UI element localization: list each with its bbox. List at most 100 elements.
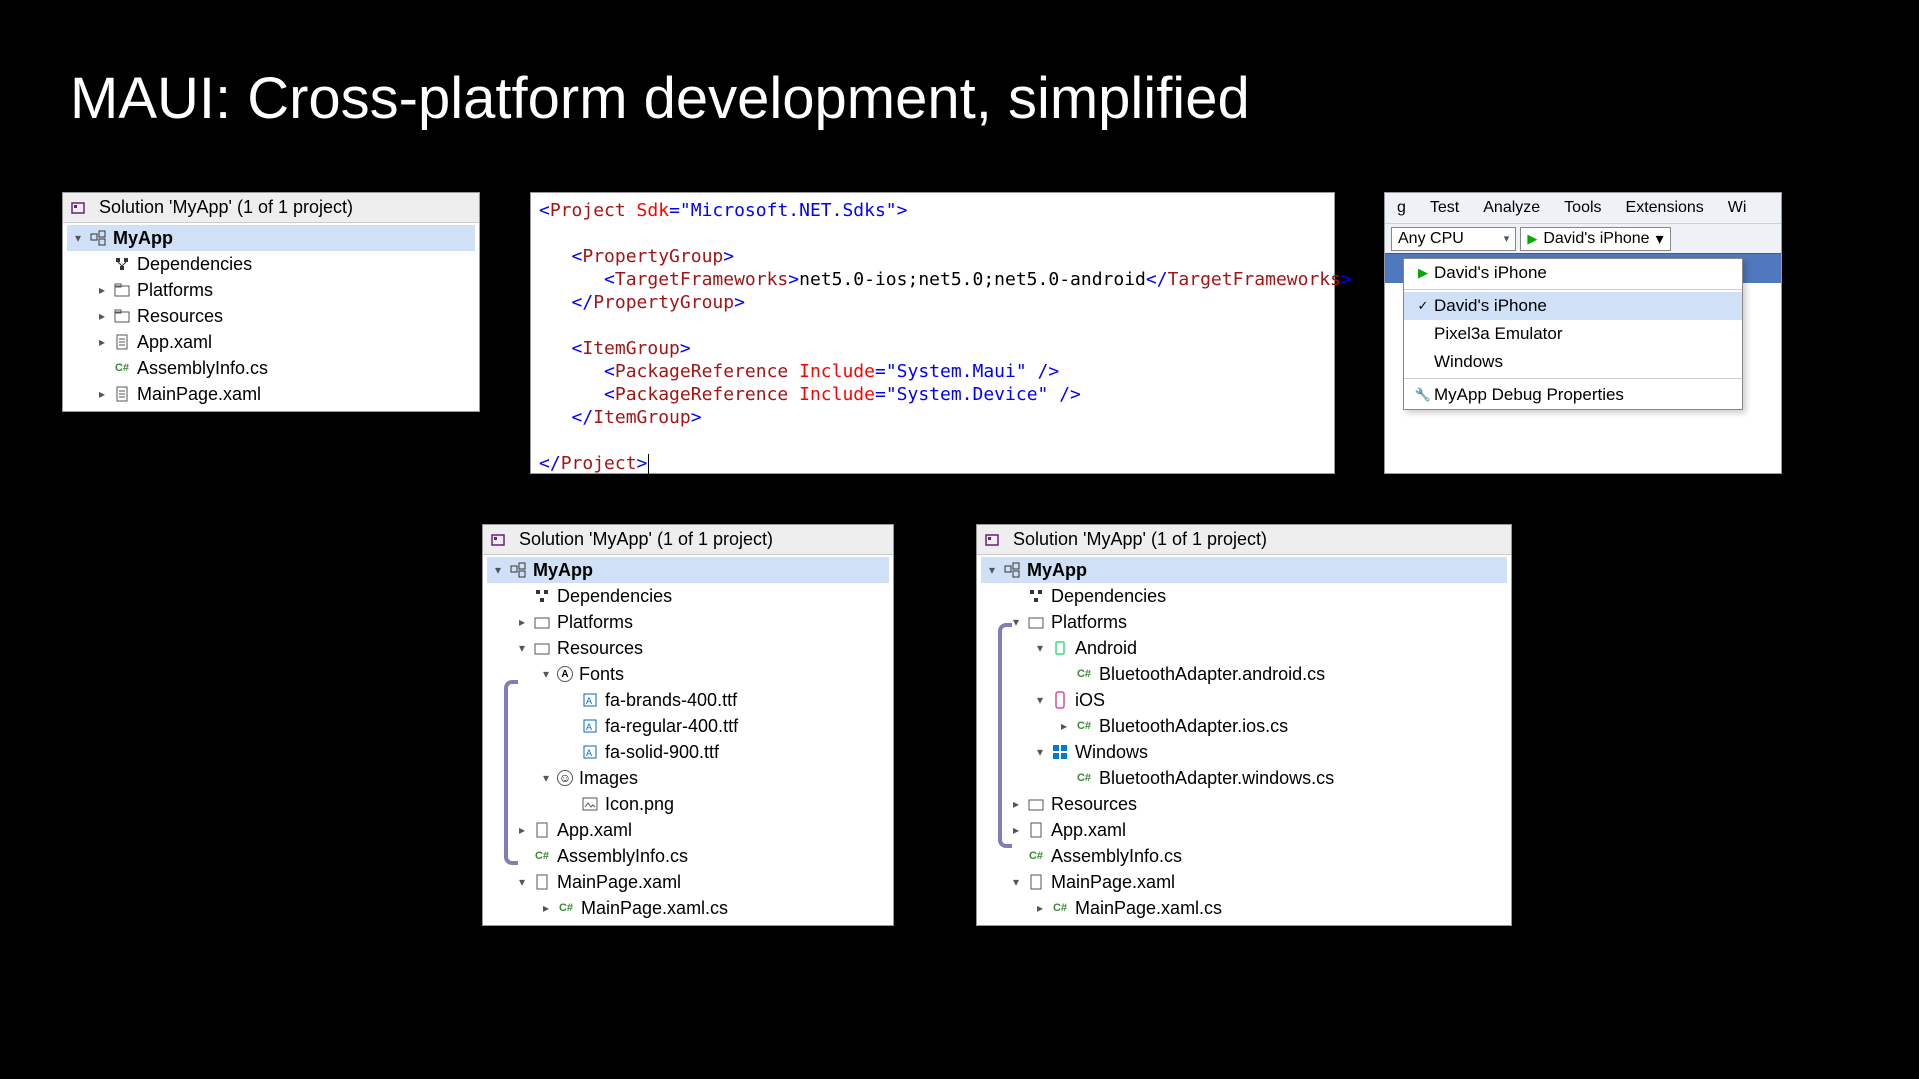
dd-item-debug-properties[interactable]: 🔧MyApp Debug Properties	[1404, 381, 1742, 409]
se2-mainpage[interactable]: ▾MainPage.xaml	[487, 869, 889, 895]
csharp-icon: C#	[1027, 847, 1045, 865]
project-icon	[89, 229, 107, 247]
ttf-icon: A	[581, 691, 599, 709]
android-icon	[1051, 639, 1069, 657]
vs-icon	[69, 199, 87, 217]
se3-appxaml[interactable]: ▸App.xaml	[981, 817, 1507, 843]
page-title: MAUI: Cross-platform development, simpli…	[70, 65, 1250, 132]
xaml-icon	[1027, 821, 1045, 839]
se1-header: Solution 'MyApp' (1 of 1 project)	[63, 193, 479, 223]
se2-font3[interactable]: Afa-solid-900.ttf	[487, 739, 889, 765]
dd-item-pixel3a[interactable]: Pixel3a Emulator	[1404, 320, 1742, 348]
se2-resources[interactable]: ▾Resources	[487, 635, 889, 661]
solution-explorer-1: Solution 'MyApp' (1 of 1 project) ▾ MyApp…	[62, 192, 480, 412]
xaml-icon	[533, 821, 551, 839]
expand-icon[interactable]: ▸	[95, 387, 109, 401]
csharp-icon: C#	[533, 847, 551, 865]
expand-icon[interactable]: ▸	[95, 283, 109, 297]
se1-project-name: MyApp	[113, 228, 173, 249]
project-icon	[509, 561, 527, 579]
expand-icon[interactable]: ▾	[71, 231, 85, 245]
se3-ios[interactable]: ▾iOS	[981, 687, 1507, 713]
wrench-icon: 🔧	[1412, 387, 1434, 403]
vs-icon	[489, 531, 507, 549]
se1-project-row[interactable]: ▾ MyApp	[67, 225, 475, 251]
csharp-icon: C#	[113, 359, 131, 377]
chevron-down-icon: ▾	[1656, 229, 1664, 249]
se2-project-row[interactable]: ▾MyApp	[487, 557, 889, 583]
dd-item-windows[interactable]: Windows	[1404, 348, 1742, 376]
se2-font2[interactable]: Afa-regular-400.ttf	[487, 713, 889, 739]
se2-assemblyinfo[interactable]: C#AssemblyInfo.cs	[487, 843, 889, 869]
xaml-icon	[533, 873, 551, 891]
play-icon: ▶	[1412, 265, 1434, 281]
se1-appxaml[interactable]: ▸App.xaml	[67, 329, 475, 355]
se2-appxaml[interactable]: ▸App.xaml	[487, 817, 889, 843]
se2-fonts[interactable]: ▾AFonts	[487, 661, 889, 687]
expand-icon[interactable]: ▸	[95, 335, 109, 349]
se2-platforms[interactable]: ▸Platforms	[487, 609, 889, 635]
font-icon: A	[557, 666, 573, 682]
image-icon	[581, 795, 599, 813]
ttf-icon: A	[581, 743, 599, 761]
se2-images[interactable]: ▾☺Images	[487, 765, 889, 791]
se3-platforms[interactable]: ▾Platforms	[981, 609, 1507, 635]
se3-project-row[interactable]: ▾MyApp	[981, 557, 1507, 583]
dd-item-davids-iphone-2[interactable]: ✓David's iPhone	[1404, 292, 1742, 320]
se1-platforms[interactable]: ▸Platforms	[67, 277, 475, 303]
se3-mainpage[interactable]: ▾MainPage.xaml	[981, 869, 1507, 895]
chevron-down-icon: ▾	[1504, 232, 1510, 245]
se3-windows[interactable]: ▾Windows	[981, 739, 1507, 765]
se1-mainpage[interactable]: ▸MainPage.xaml	[67, 381, 475, 407]
highlight-bracket	[504, 680, 518, 865]
vs-icon	[983, 531, 1001, 549]
se2-header: Solution 'MyApp' (1 of 1 project)	[483, 525, 893, 555]
folder-icon	[533, 613, 551, 631]
debug-target-dropdown: ▶David's iPhone ✓David's iPhone Pixel3a …	[1403, 258, 1743, 410]
menu-fragment[interactable]: Wi	[1716, 199, 1759, 217]
dependencies-icon	[533, 587, 551, 605]
menu-tools[interactable]: Tools	[1552, 199, 1613, 217]
expand-icon[interactable]: ▸	[95, 309, 109, 323]
se3-dependencies[interactable]: Dependencies	[981, 583, 1507, 609]
windows-icon	[1051, 743, 1069, 761]
separator	[1404, 289, 1742, 290]
check-icon: ✓	[1412, 298, 1434, 314]
se3-ios-file[interactable]: ▸C#BluetoothAdapter.ios.cs	[981, 713, 1507, 739]
solution-explorer-3: Solution 'MyApp' (1 of 1 project) ▾MyApp…	[976, 524, 1512, 926]
se3-assemblyinfo[interactable]: C#AssemblyInfo.cs	[981, 843, 1507, 869]
platform-combo[interactable]: Any CPU▾	[1391, 227, 1516, 251]
svg-text:A: A	[586, 696, 592, 706]
dd-item-davids-iphone-1[interactable]: ▶David's iPhone	[1404, 259, 1742, 287]
folder-icon	[113, 307, 131, 325]
csharp-icon: C#	[1075, 717, 1093, 735]
se1-assemblyinfo[interactable]: C#AssemblyInfo.cs	[67, 355, 475, 381]
menu-extensions[interactable]: Extensions	[1614, 199, 1716, 217]
se1-header-text: Solution 'MyApp' (1 of 1 project)	[99, 197, 353, 218]
se3-android[interactable]: ▾Android	[981, 635, 1507, 661]
folder-icon	[1027, 795, 1045, 813]
se3-mainpagecs[interactable]: ▸C#MainPage.xaml.cs	[981, 895, 1507, 921]
se3-android-file[interactable]: C#BluetoothAdapter.android.cs	[981, 661, 1507, 687]
se1-resources[interactable]: ▸Resources	[67, 303, 475, 329]
folder-icon	[533, 639, 551, 657]
xaml-icon	[1027, 873, 1045, 891]
menu-analyze[interactable]: Analyze	[1471, 199, 1552, 217]
folder-icon	[113, 281, 131, 299]
menu-fragment[interactable]: g	[1385, 199, 1418, 217]
ios-icon	[1051, 691, 1069, 709]
se3-resources[interactable]: ▸Resources	[981, 791, 1507, 817]
se2-icon[interactable]: Icon.png	[487, 791, 889, 817]
menu-test[interactable]: Test	[1418, 199, 1471, 217]
debug-target-button[interactable]: ▶ David's iPhone ▾	[1520, 227, 1670, 251]
images-icon: ☺	[557, 770, 573, 786]
se2-font1[interactable]: Afa-brands-400.ttf	[487, 687, 889, 713]
xaml-icon	[113, 385, 131, 403]
se2-dependencies[interactable]: Dependencies	[487, 583, 889, 609]
se3-windows-file[interactable]: C#BluetoothAdapter.windows.cs	[981, 765, 1507, 791]
highlight-bracket	[998, 623, 1012, 848]
code-editor[interactable]: <Project Sdk="Microsoft.NET.Sdks"> <Prop…	[530, 192, 1335, 474]
se2-mainpagecs[interactable]: ▸C#MainPage.xaml.cs	[487, 895, 889, 921]
se1-dependencies[interactable]: Dependencies	[67, 251, 475, 277]
csharp-icon: C#	[1075, 665, 1093, 683]
